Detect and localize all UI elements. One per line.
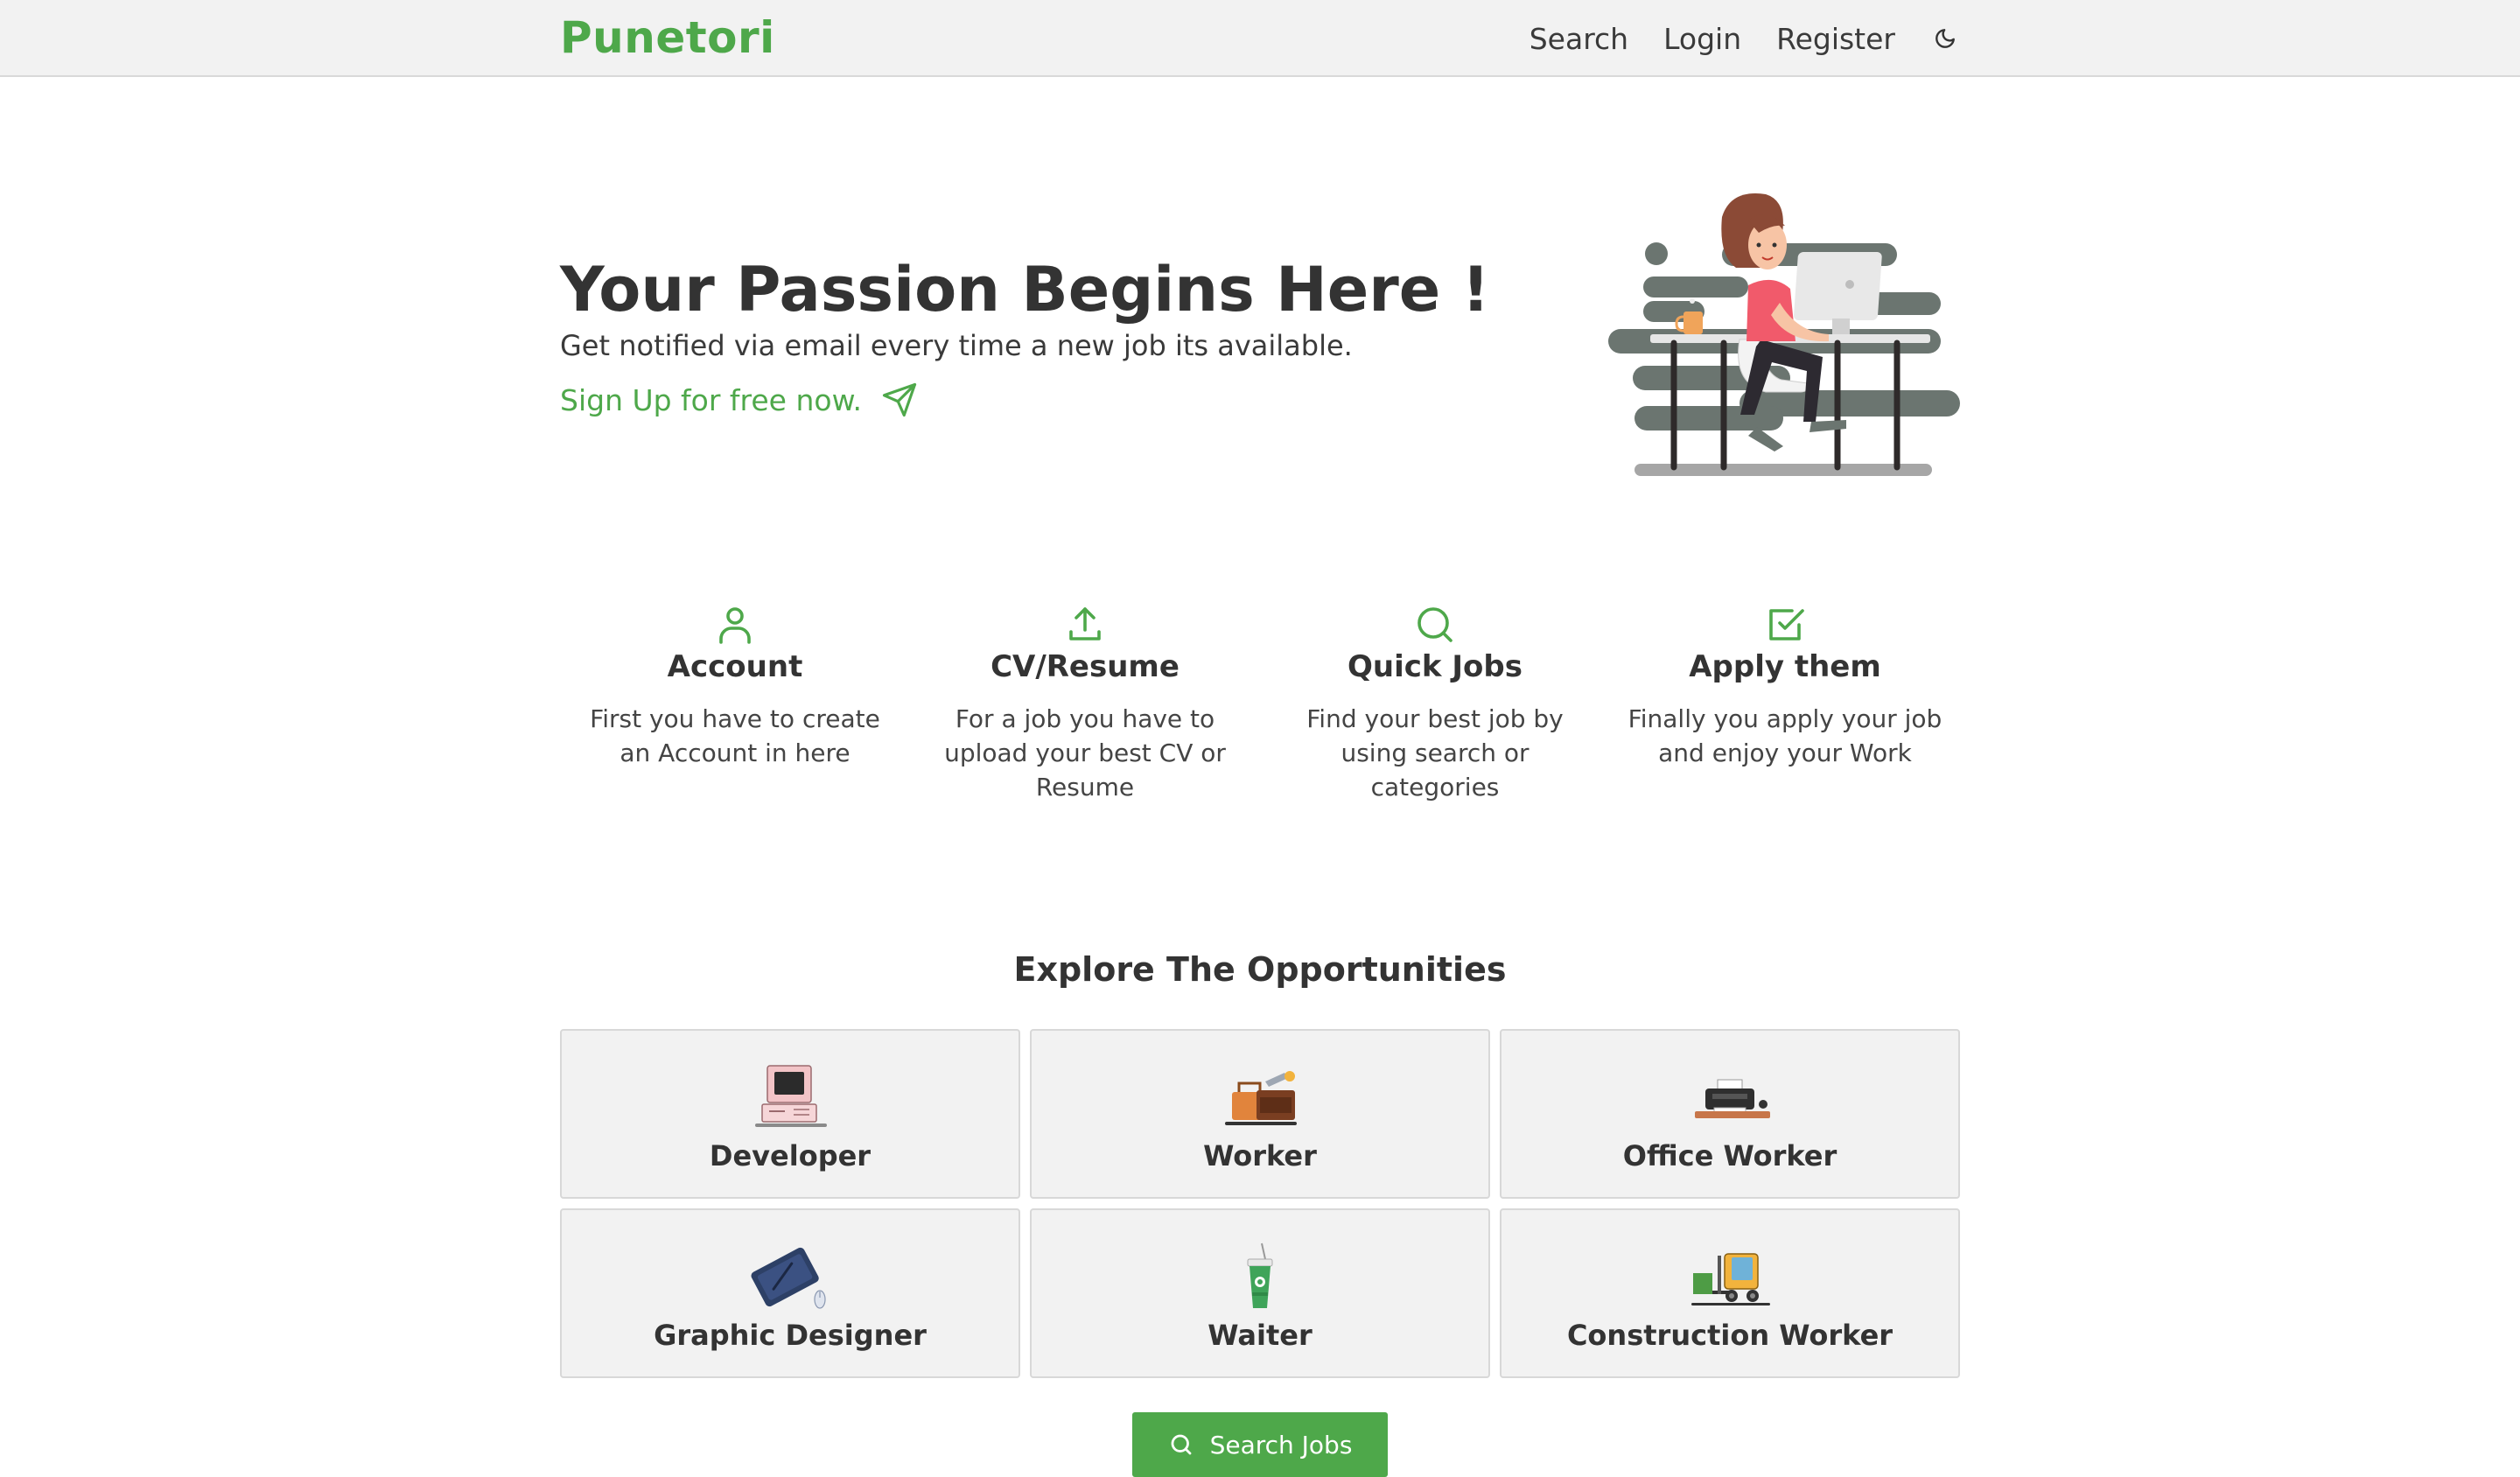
step-quick-jobs: Quick Jobs Find your best job by using s… [1260, 604, 1610, 804]
category-card-office-worker[interactable]: Office Worker [1500, 1029, 1960, 1199]
toolbox-icon [1225, 1071, 1297, 1125]
categories-title: Explore The Opportunities [1013, 950, 1507, 989]
search-jobs-label: Search Jobs [1209, 1430, 1353, 1460]
category-card-graphic-designer[interactable]: Graphic Designer [560, 1208, 1020, 1378]
user-icon [719, 607, 751, 644]
category-card-construction-worker[interactable]: Construction Worker [1500, 1208, 1960, 1378]
hero-illustration [1608, 193, 1960, 476]
step-apply: Apply them Finally you apply your job an… [1610, 604, 1960, 804]
step-cv-resume: CV/Resume For a job you have to upload y… [910, 604, 1260, 804]
step-description: Finally you apply your job and enjoy you… [1628, 704, 1942, 767]
theme-toggle-button[interactable] [1930, 24, 1960, 53]
check-square-icon [1769, 609, 1804, 640]
category-label: Developer [709, 1139, 872, 1172]
signup-cta-link[interactable]: Sign Up for free now. [560, 378, 918, 422]
upload-icon [1069, 607, 1101, 640]
category-label: Worker [1203, 1139, 1317, 1172]
step-description: For a job you have to upload your best C… [944, 704, 1226, 802]
moon-icon [1936, 29, 1955, 48]
computer-icon [755, 1065, 827, 1127]
step-title: Apply them [1689, 649, 1881, 684]
step-title: Account [667, 649, 803, 684]
category-label: Office Worker [1622, 1139, 1838, 1172]
category-grid: Developer Worker Office Worker Graphic D… [560, 1029, 1962, 1378]
hero-title: Your Passion Begins Here ! [560, 254, 1490, 326]
nav-link-login[interactable]: Login [1663, 22, 1741, 56]
category-label: Waiter [1208, 1319, 1312, 1352]
category-label: Construction Worker [1566, 1319, 1894, 1352]
hero-subtitle: Get notified via email every time a new … [560, 329, 1353, 362]
send-icon [882, 382, 917, 417]
step-account: Account First you have to create an Acco… [560, 604, 910, 804]
nav-links: Search Login Register [1530, 0, 1960, 77]
category-card-waiter[interactable]: Waiter [1030, 1208, 1490, 1378]
search-icon [1418, 607, 1452, 642]
search-jobs-button[interactable]: Search Jobs [1132, 1412, 1388, 1477]
forklift-icon [1691, 1253, 1770, 1306]
category-card-developer[interactable]: Developer [560, 1029, 1020, 1199]
step-description: First you have to create an Account in h… [590, 704, 880, 767]
how-it-works: Account First you have to create an Acco… [560, 604, 1960, 804]
printer-icon [1695, 1079, 1770, 1118]
step-description: Find your best job by using search or ca… [1306, 704, 1564, 802]
nav-link-register[interactable]: Register [1776, 22, 1895, 56]
category-card-worker[interactable]: Worker [1030, 1029, 1490, 1199]
coffee-cup-icon [1247, 1242, 1273, 1308]
top-navbar: Punetori Search Login Register [0, 0, 2520, 77]
step-title: Quick Jobs [1348, 649, 1522, 684]
search-icon [1171, 1434, 1191, 1455]
brand-logo[interactable]: Punetori [560, 12, 775, 63]
nav-link-search[interactable]: Search [1530, 22, 1628, 56]
category-label: Graphic Designer [654, 1319, 927, 1352]
signup-cta-label: Sign Up for free now. [560, 382, 863, 417]
drawing-tablet-icon [751, 1247, 826, 1309]
step-title: CV/Resume [990, 649, 1180, 684]
